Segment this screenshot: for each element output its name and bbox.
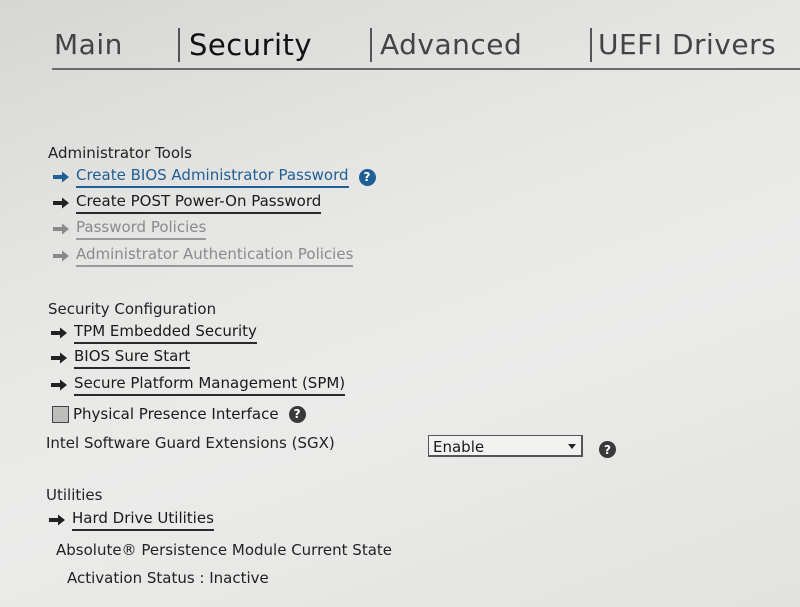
menu-item-password-policies[interactable]: Password Policies [52, 218, 207, 240]
tab-advanced[interactable]: Advanced [380, 28, 522, 61]
tab-underline [52, 68, 800, 70]
menu-item-create-post-power-on-password[interactable]: Create POST Power-On Password [52, 192, 322, 214]
menu-item-label[interactable]: Create POST Power-On Password [76, 192, 322, 214]
menu-item-label[interactable]: Hard Drive Utilities [72, 509, 214, 531]
arrow-right-icon [52, 171, 70, 183]
menu-item-bios-sure-start[interactable]: BIOS Sure Start [50, 347, 191, 369]
arrow-right-icon [50, 352, 68, 364]
menu-item-label[interactable]: TPM Embedded Security [74, 322, 257, 344]
menu-item-label[interactable]: Administrator Authentication Policies [76, 245, 354, 267]
tab-divider [178, 28, 180, 62]
menu-item-admin-authentication-policies[interactable]: Administrator Authentication Policies [52, 245, 354, 267]
menu-item-hard-drive-utilities[interactable]: Hard Drive Utilities [48, 509, 214, 531]
tab-bar: Main Security Advanced UEFI Drivers [0, 0, 800, 72]
tab-security[interactable]: Security [189, 28, 312, 62]
menu-item-label[interactable]: Secure Platform Management (SPM) [74, 374, 346, 396]
help-icon[interactable]: ? [599, 441, 616, 458]
help-icon[interactable]: ? [288, 405, 306, 423]
physical-presence-interface-checkbox[interactable] [52, 405, 69, 423]
sgx-select-value: Enable [433, 438, 485, 456]
sgx-label: Intel Software Guard Extensions (SGX) [46, 434, 335, 452]
tab-divider [370, 28, 372, 62]
menu-item-tpm-embedded-security[interactable]: TPM Embedded Security [50, 322, 257, 344]
chevron-down-icon [568, 444, 576, 449]
sgx-select[interactable]: Enable [428, 435, 583, 457]
tab-uefi-drivers[interactable]: UEFI Drivers [598, 28, 776, 61]
menu-item-create-bios-admin-password[interactable]: Create BIOS Administrator Password ? [52, 166, 376, 188]
menu-item-secure-platform-management[interactable]: Secure Platform Management (SPM) [50, 374, 346, 396]
arrow-right-icon [52, 197, 70, 209]
arrow-right-icon [50, 327, 68, 339]
arrow-right-icon [52, 223, 70, 235]
absolute-persistence-title: Absolute® Persistence Module Current Sta… [56, 541, 393, 559]
arrow-right-icon [48, 514, 66, 526]
section-heading-utilities: Utilities [46, 486, 103, 504]
menu-item-label[interactable]: Password Policies [76, 218, 207, 240]
arrow-right-icon [52, 250, 70, 262]
tab-main[interactable]: Main [54, 28, 123, 61]
arrow-right-icon [50, 379, 68, 391]
menu-item-label[interactable]: Create BIOS Administrator Password [76, 166, 349, 188]
menu-item-label[interactable]: BIOS Sure Start [74, 347, 191, 369]
physical-presence-interface-row: Physical Presence Interface ? [52, 403, 306, 425]
physical-presence-interface-label: Physical Presence Interface [73, 405, 279, 423]
activation-status: Activation Status : Inactive [67, 569, 269, 587]
section-heading-security-configuration: Security Configuration [48, 300, 217, 318]
help-icon[interactable]: ? [358, 168, 376, 186]
section-heading-admin-tools: Administrator Tools [48, 144, 192, 162]
tab-divider [590, 28, 592, 62]
